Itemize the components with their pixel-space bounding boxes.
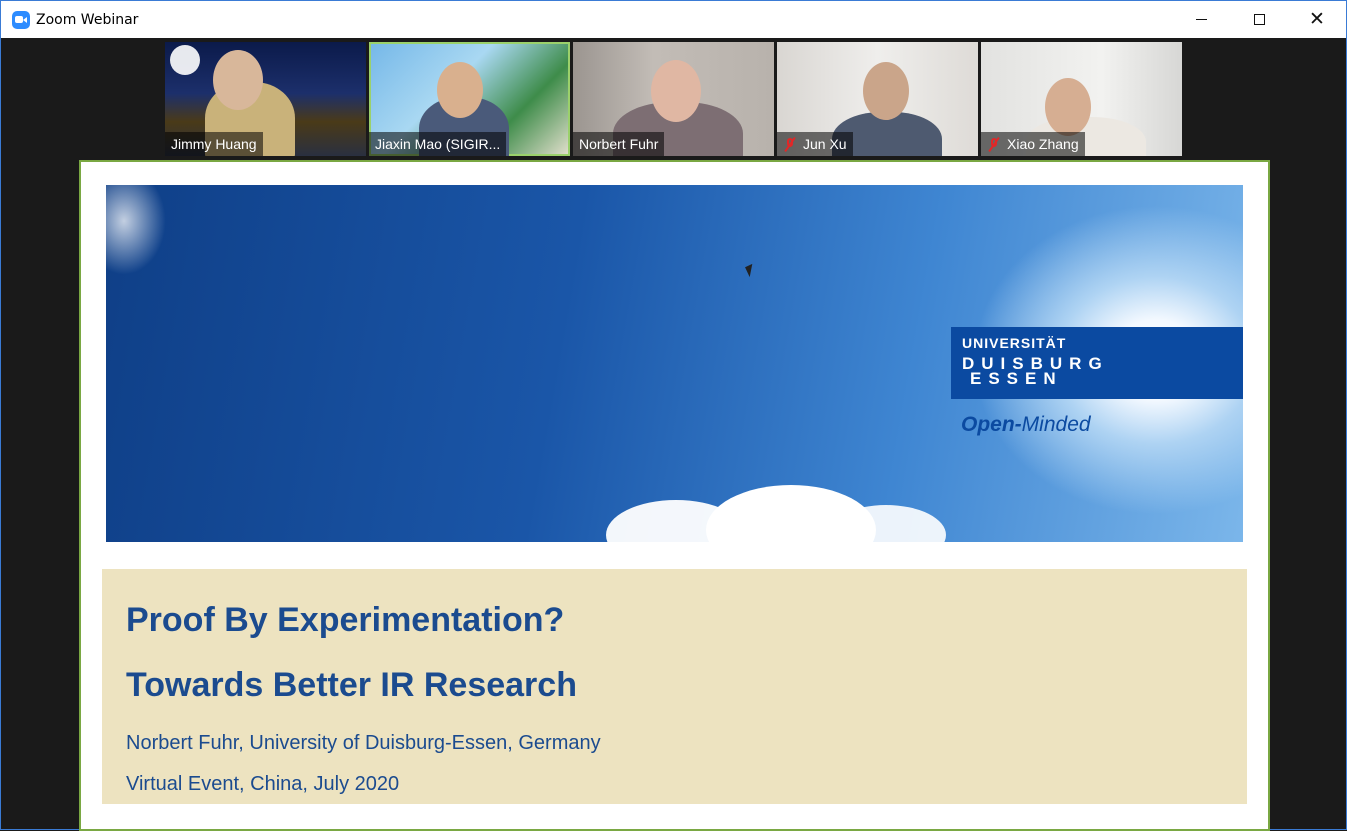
maximize-button[interactable] xyxy=(1230,1,1288,38)
mouse-cursor-icon xyxy=(745,263,757,278)
slide-title: Proof By Experimentation? xyxy=(126,601,565,639)
university-logo: UNIVERSITÄT DUISBURG ESSEN xyxy=(951,327,1243,399)
conference-logo-icon xyxy=(170,45,200,75)
slide-subtitle: Towards Better IR Research xyxy=(126,666,577,704)
participant-name: Xiao Zhang xyxy=(1007,136,1079,152)
tagline-bold: Open- xyxy=(961,413,1022,436)
participant-face xyxy=(651,60,701,122)
window-controls: ✕ xyxy=(1172,1,1346,38)
participant-name: Jun Xu xyxy=(803,136,847,152)
participant-tile[interactable]: Jun Xu xyxy=(777,42,978,156)
title-bar[interactable]: Zoom Webinar ✕ xyxy=(1,1,1346,38)
participant-name-label: Xiao Zhang xyxy=(981,132,1085,156)
close-icon: ✕ xyxy=(1309,8,1325,30)
shared-screen[interactable]: UNIVERSITÄT DUISBURG ESSEN Open-Minded P… xyxy=(79,160,1270,831)
zoom-app-icon xyxy=(12,10,30,29)
participant-name-label: Jimmy Huang xyxy=(165,132,263,156)
maximize-icon xyxy=(1253,14,1265,25)
participant-face xyxy=(437,62,483,118)
participant-tile-active-speaker[interactable]: Jiaxin Mao (SIGIR... xyxy=(369,42,570,156)
minimize-button[interactable] xyxy=(1172,1,1230,38)
participant-name-label: Jun Xu xyxy=(777,132,853,156)
muted-microphone-icon xyxy=(783,136,797,152)
participant-name: Jiaxin Mao (SIGIR... xyxy=(375,136,501,152)
participant-face xyxy=(1045,78,1091,136)
slide-title-box: Proof By Experimentation? Towards Better… xyxy=(102,569,1247,804)
slide-banner-image: UNIVERSITÄT DUISBURG ESSEN Open-Minded xyxy=(106,185,1243,542)
close-button[interactable]: ✕ xyxy=(1288,1,1346,38)
participant-name-label: Norbert Fuhr xyxy=(573,132,665,156)
logo-line-1: UNIVERSITÄT xyxy=(962,335,1067,351)
university-tagline: Open-Minded xyxy=(961,413,1091,437)
participant-name: Norbert Fuhr xyxy=(579,136,659,152)
participant-tile[interactable]: Jimmy Huang xyxy=(165,42,366,156)
slide-event: Virtual Event, China, July 2020 xyxy=(126,773,400,795)
participant-tile[interactable]: Norbert Fuhr xyxy=(573,42,774,156)
tagline-rest: Minded xyxy=(1021,413,1091,436)
participant-face xyxy=(863,62,909,120)
muted-microphone-icon xyxy=(987,136,1001,152)
participant-name: Jimmy Huang xyxy=(171,136,257,152)
cloud-decoration xyxy=(106,185,166,275)
slide-author: Norbert Fuhr, University of Duisburg-Ess… xyxy=(126,732,601,754)
participant-gallery: Jimmy Huang Jiaxin Mao (SIGIR... Norbert… xyxy=(165,42,1182,156)
participant-name-label: Jiaxin Mao (SIGIR... xyxy=(369,132,507,156)
participant-tile[interactable]: Xiao Zhang xyxy=(981,42,1182,156)
zoom-webinar-window: Zoom Webinar ✕ Jimmy Huang Jiaxin Mao (S… xyxy=(0,0,1347,831)
logo-line-3: ESSEN xyxy=(970,369,1063,388)
participant-face xyxy=(213,50,263,110)
minimize-icon xyxy=(1195,19,1207,20)
window-title: Zoom Webinar xyxy=(36,11,139,28)
